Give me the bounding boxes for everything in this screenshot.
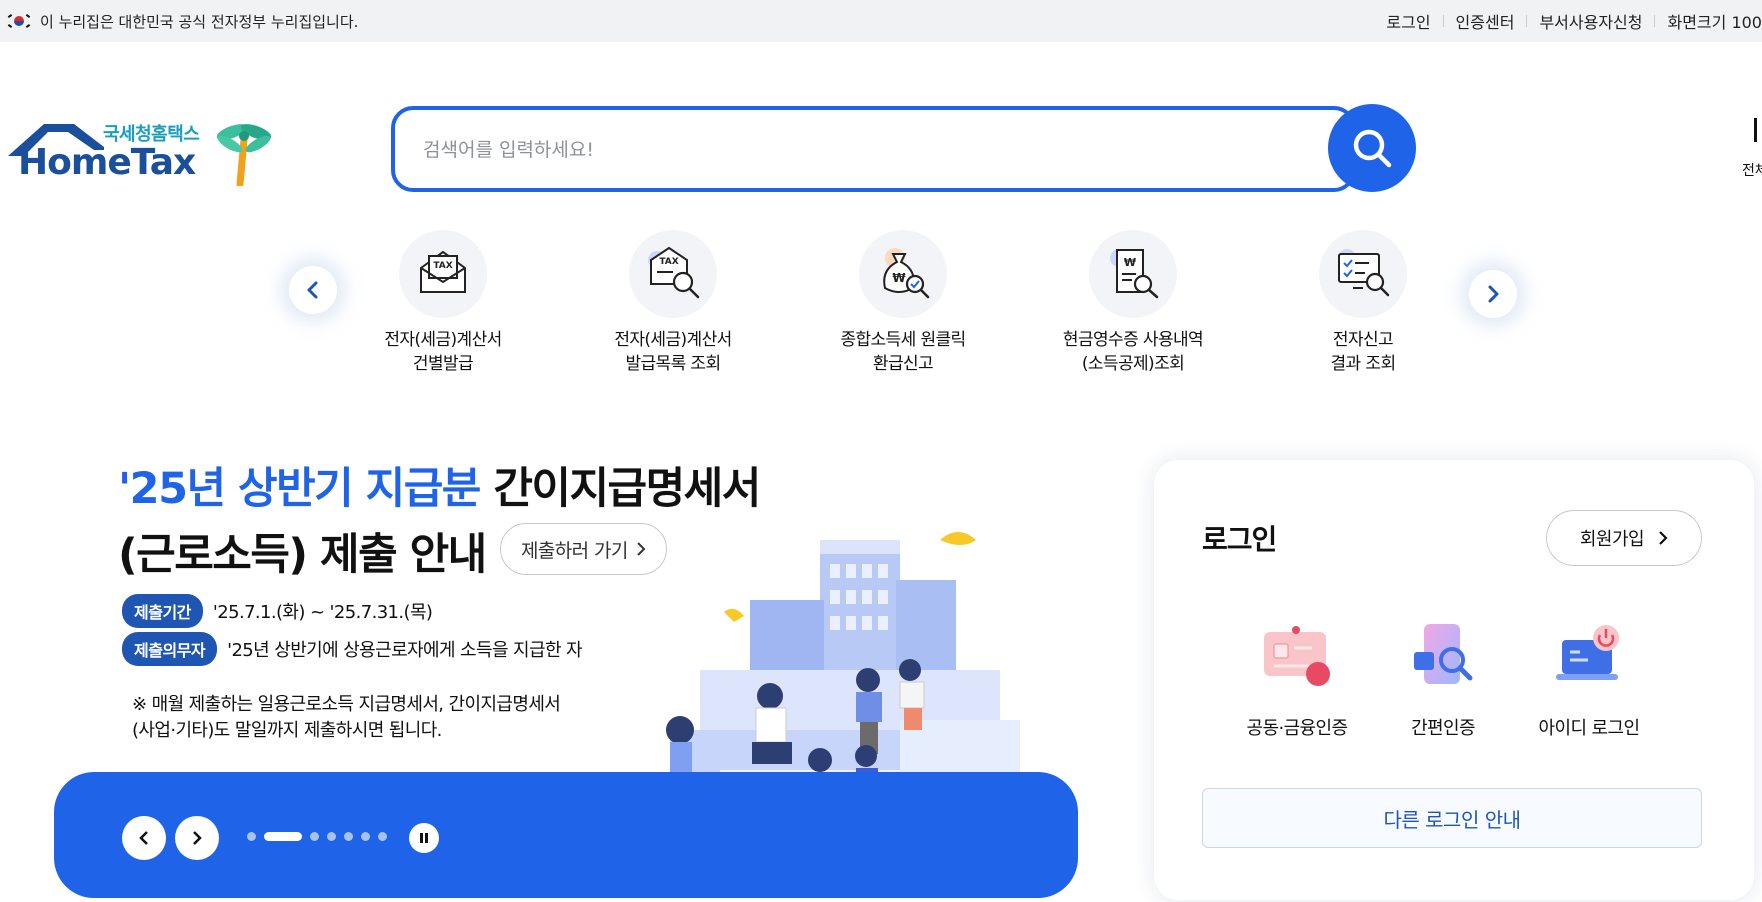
banner-next-button[interactable] [175,816,219,860]
search-bar [391,104,1416,192]
id-login-label: 아이디 로그인 [1538,718,1640,739]
id-login-option[interactable]: 아이디 로그인 [1514,620,1664,740]
quick-menu-item[interactable]: TAX 전자(세금)계산서 건별발급 [343,230,543,376]
chevron-left-icon [307,281,318,299]
receipt-search-icon: ₩ [1089,230,1177,318]
join-button[interactable]: 회원가입 [1546,510,1702,566]
chevron-right-icon [637,542,646,556]
laptop-power-icon [1544,620,1634,700]
cert-login-label: 공동·금융인증 [1246,718,1348,739]
utility-nav: 로그인 인증센터 부서사용자신청 화면크기 100 [1374,0,1762,42]
banner-page-dot[interactable] [361,832,370,841]
monitor-check-icon [1319,230,1407,318]
korea-flag-icon [7,14,31,28]
gov-notice-text: 이 누리집은 대한민국 공식 전자정부 누리집입니다. [40,12,359,31]
submission-period-badge: 제출기간 [122,594,203,628]
banner-page-dot[interactable] [327,832,336,841]
palm-tree-icon [216,124,272,186]
logo-english-name: HomeTax [18,142,196,183]
utility-login-link[interactable]: 로그인 [1374,9,1442,33]
all-menu-label: 전체 [1742,163,1762,176]
banner-headline-highlight: '25년 상반기 지급분 [118,464,481,514]
submission-period-row: 제출기간 '25.7.1.(화) ~ '25.7.31.(목) [122,594,433,628]
chevron-right-icon [193,831,202,845]
quick-menu-item[interactable]: ₩ 현금영수증 사용내역 (소득공제)조회 [1033,230,1233,376]
search-input[interactable] [423,132,1243,168]
submission-period-value: '25.7.1.(화) ~ '25.7.31.(목) [212,602,433,623]
quick-menu-item[interactable]: ₩ 종합소득세 원클릭 환급신고 [803,230,1003,376]
banner-page-dot[interactable] [247,832,256,841]
banner-page-dot[interactable] [378,832,387,841]
search-box [391,106,1356,192]
hometax-logo[interactable]: 국세청홈택스 HomeTax [4,106,274,186]
banner-prev-button[interactable] [122,816,166,860]
quick-menu-label: 전자(세금)계산서 건별발급 [384,330,502,374]
search-button[interactable] [1328,104,1416,192]
banner-notice: ※ 매월 제출하는 일용근로소득 지급명세서, 간이지급명세서 (사업·기타)도… [132,694,561,741]
banner-pause-button[interactable] [409,823,439,853]
menu-icon [1754,118,1760,142]
svg-text:TAX: TAX [659,257,678,267]
search-icon [1353,129,1392,168]
quick-menu-label: 전자신고 결과 조회 [1330,330,1397,374]
banner-headline-line2: (근로소득) 제출 안내 [118,530,487,580]
other-login-guide-button[interactable]: 다른 로그인 안내 [1202,788,1702,848]
all-menu-button[interactable]: 전체 [1740,116,1762,176]
banner-page-dot[interactable] [310,832,319,841]
quick-menu-prev-button[interactable] [289,266,337,314]
banner-headline: '25년 상반기 지급분 간이지급명세서 [118,460,761,518]
cert-login-option[interactable]: 공동·금융인증 [1222,620,1372,740]
quick-menu-label: 종합소득세 원클릭 환급신고 [840,330,966,374]
obligor-value: '25년 상반기에 상용근로자에게 소득을 지급한 자 [227,640,583,661]
quick-menu-item[interactable]: 전자신고 결과 조회 [1263,230,1463,376]
gov-notice-bar: 이 누리집은 대한민국 공식 전자정부 누리집입니다. 로그인 인증센터 부서사… [0,0,1762,42]
quick-menu-item[interactable]: TAX 전자(세금)계산서 발급목록 조회 [573,230,773,376]
banner-pagination [247,832,387,841]
simple-auth-option[interactable]: 간편인증 [1368,620,1518,740]
gov-notice: 이 누리집은 대한민국 공식 전자정부 누리집입니다. [0,11,358,32]
obligor-row: 제출의무자 '25년 상반기에 상용근로자에게 소득을 지급한 자 [122,632,583,666]
join-label: 회원가입 [1579,529,1645,550]
simple-auth-label: 간편인증 [1411,718,1475,739]
banner-page-dot-active[interactable] [264,832,302,841]
pause-icon [420,833,428,843]
chevron-right-icon [1488,285,1499,303]
utility-dept-user-link[interactable]: 부서사용자신청 [1527,9,1654,33]
quick-menu-next-button[interactable] [1469,270,1517,318]
chevron-right-icon [1659,531,1668,545]
utility-screen-size[interactable]: 화면크기 100 [1655,9,1762,33]
phone-search-icon [1398,620,1488,700]
svg-text:₩: ₩ [892,271,906,285]
certificate-card-icon [1252,620,1342,700]
tax-search-icon: TAX [629,230,717,318]
banner-submit-label: 제출하러 가기 [521,539,628,562]
quick-menu-label: 현금영수증 사용내역 (소득공제)조회 [1062,330,1204,374]
money-bag-icon: ₩ [859,230,947,318]
utility-cert-center-link[interactable]: 인증센터 [1444,9,1527,33]
chevron-left-icon [139,831,148,845]
login-card: 로그인 회원가입 공동·금융인증 간편인증 아이디 로그인 다른 로그인 안내 [1154,460,1754,900]
tax-envelope-icon: TAX [399,230,487,318]
svg-text:₩: ₩ [1124,256,1136,269]
banner-submit-button[interactable]: 제출하러 가기 [500,523,667,575]
obligor-badge: 제출의무자 [122,632,218,666]
login-title: 로그인 [1202,523,1277,556]
banner-headline-rest: 간이지급명세서 [479,464,761,514]
quick-menu-label: 전자(세금)계산서 발급목록 조회 [614,330,732,374]
banner-page-dot[interactable] [344,832,353,841]
svg-text:TAX: TAX [433,261,452,271]
